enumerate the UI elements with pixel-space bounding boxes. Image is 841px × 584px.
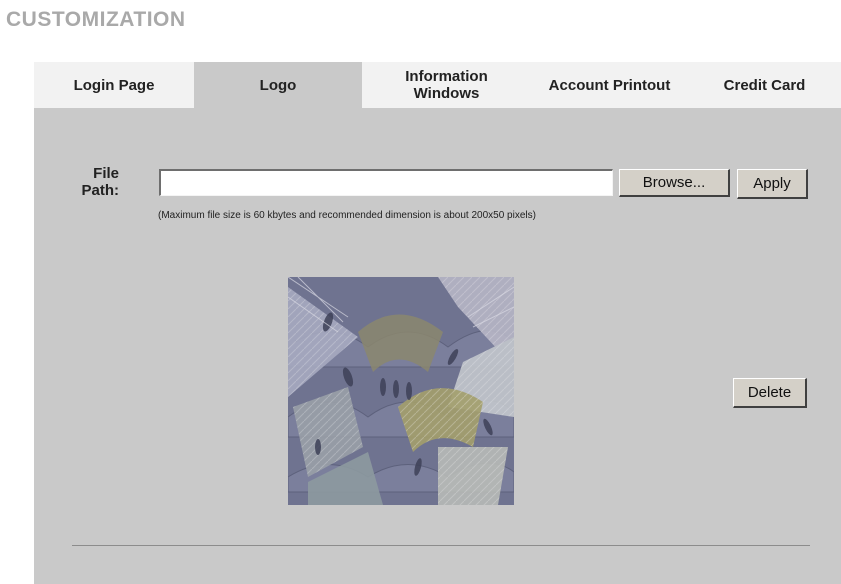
delete-button[interactable]: Delete <box>733 378 807 408</box>
tab-credit-card[interactable]: Credit Card <box>688 62 841 108</box>
tab-login-page[interactable]: Login Page <box>34 62 194 108</box>
tab-information-windows-label: Information Windows <box>405 68 488 102</box>
tab-account-printout[interactable]: Account Printout <box>531 62 688 108</box>
tab-logo[interactable]: Logo <box>194 62 362 108</box>
apply-button[interactable]: Apply <box>737 169 808 199</box>
file-size-hint: (Maximum file size is 60 kbytes and reco… <box>158 210 536 221</box>
tab-bar: Login Page Logo Information Windows Acco… <box>34 62 841 108</box>
file-path-label: File Path: <box>81 165 120 199</box>
section-divider <box>72 545 810 546</box>
page-title: CUSTOMIZATION <box>6 8 186 31</box>
logo-preview-image <box>288 277 514 505</box>
tab-information-windows[interactable]: Information Windows <box>362 62 531 108</box>
browse-button[interactable]: Browse... <box>619 169 730 197</box>
file-path-input[interactable] <box>159 169 613 196</box>
